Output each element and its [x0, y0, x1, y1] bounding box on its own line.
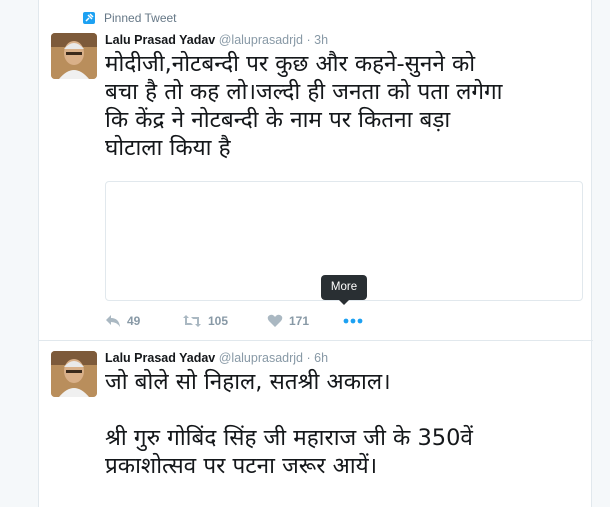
tweet-header: Lalu Prasad Yadav @laluprasadrjd · 6h — [105, 351, 328, 365]
tooltip-arrow — [339, 300, 349, 305]
retweet-count: 105 — [208, 314, 229, 328]
reply-count: 49 — [127, 314, 141, 328]
heart-icon — [267, 314, 283, 328]
pin-icon — [83, 12, 95, 24]
author-handle[interactable]: @laluprasadrjd — [219, 351, 303, 365]
tweet[interactable]: Lalu Prasad Yadav @laluprasadrjd · 6h जो… — [39, 341, 593, 507]
author-name[interactable]: Lalu Prasad Yadav — [105, 33, 215, 47]
author-handle[interactable]: @laluprasadrjd — [219, 33, 303, 47]
more-tooltip-label: More — [330, 281, 358, 293]
tweet-header: Lalu Prasad Yadav @laluprasadrjd · 3h — [105, 33, 328, 47]
avatar[interactable] — [51, 33, 97, 79]
like-count: 171 — [289, 314, 310, 328]
separator: · — [306, 351, 311, 365]
pinned-indicator: Pinned Tweet — [83, 11, 177, 25]
left-gutter — [0, 0, 38, 507]
separator: · — [306, 33, 311, 47]
tweet-text: जो बोले सो निहाल, सतश्री अकाल। श्री गुरु… — [105, 369, 473, 479]
avatar[interactable] — [51, 351, 97, 397]
tweet-actions: 49 105 171 — [105, 312, 363, 330]
reply-button[interactable]: 49 — [105, 314, 182, 328]
tweet-pinned[interactable]: Pinned Tweet Lalu Prasad Yadav @lalupras… — [39, 0, 593, 341]
tweet-timestamp[interactable]: 3h — [314, 33, 328, 47]
like-button[interactable]: 171 — [267, 314, 343, 328]
pinned-label: Pinned Tweet — [104, 11, 177, 25]
tweet-timestamp[interactable]: 6h — [314, 351, 328, 365]
more-button[interactable] — [343, 318, 363, 324]
reply-icon — [105, 314, 121, 328]
retweet-button[interactable]: 105 — [182, 314, 267, 328]
tweet-timeline: Pinned Tweet Lalu Prasad Yadav @lalupras… — [38, 0, 593, 507]
more-dots-icon — [343, 318, 363, 324]
more-tooltip: More — [321, 275, 367, 305]
tweet-text: मोदीजी,नोटबन्दी पर कुछ और कहने-सुनने को … — [105, 51, 503, 161]
author-name[interactable]: Lalu Prasad Yadav — [105, 351, 215, 365]
right-gutter — [592, 0, 610, 507]
retweet-icon — [182, 314, 202, 328]
